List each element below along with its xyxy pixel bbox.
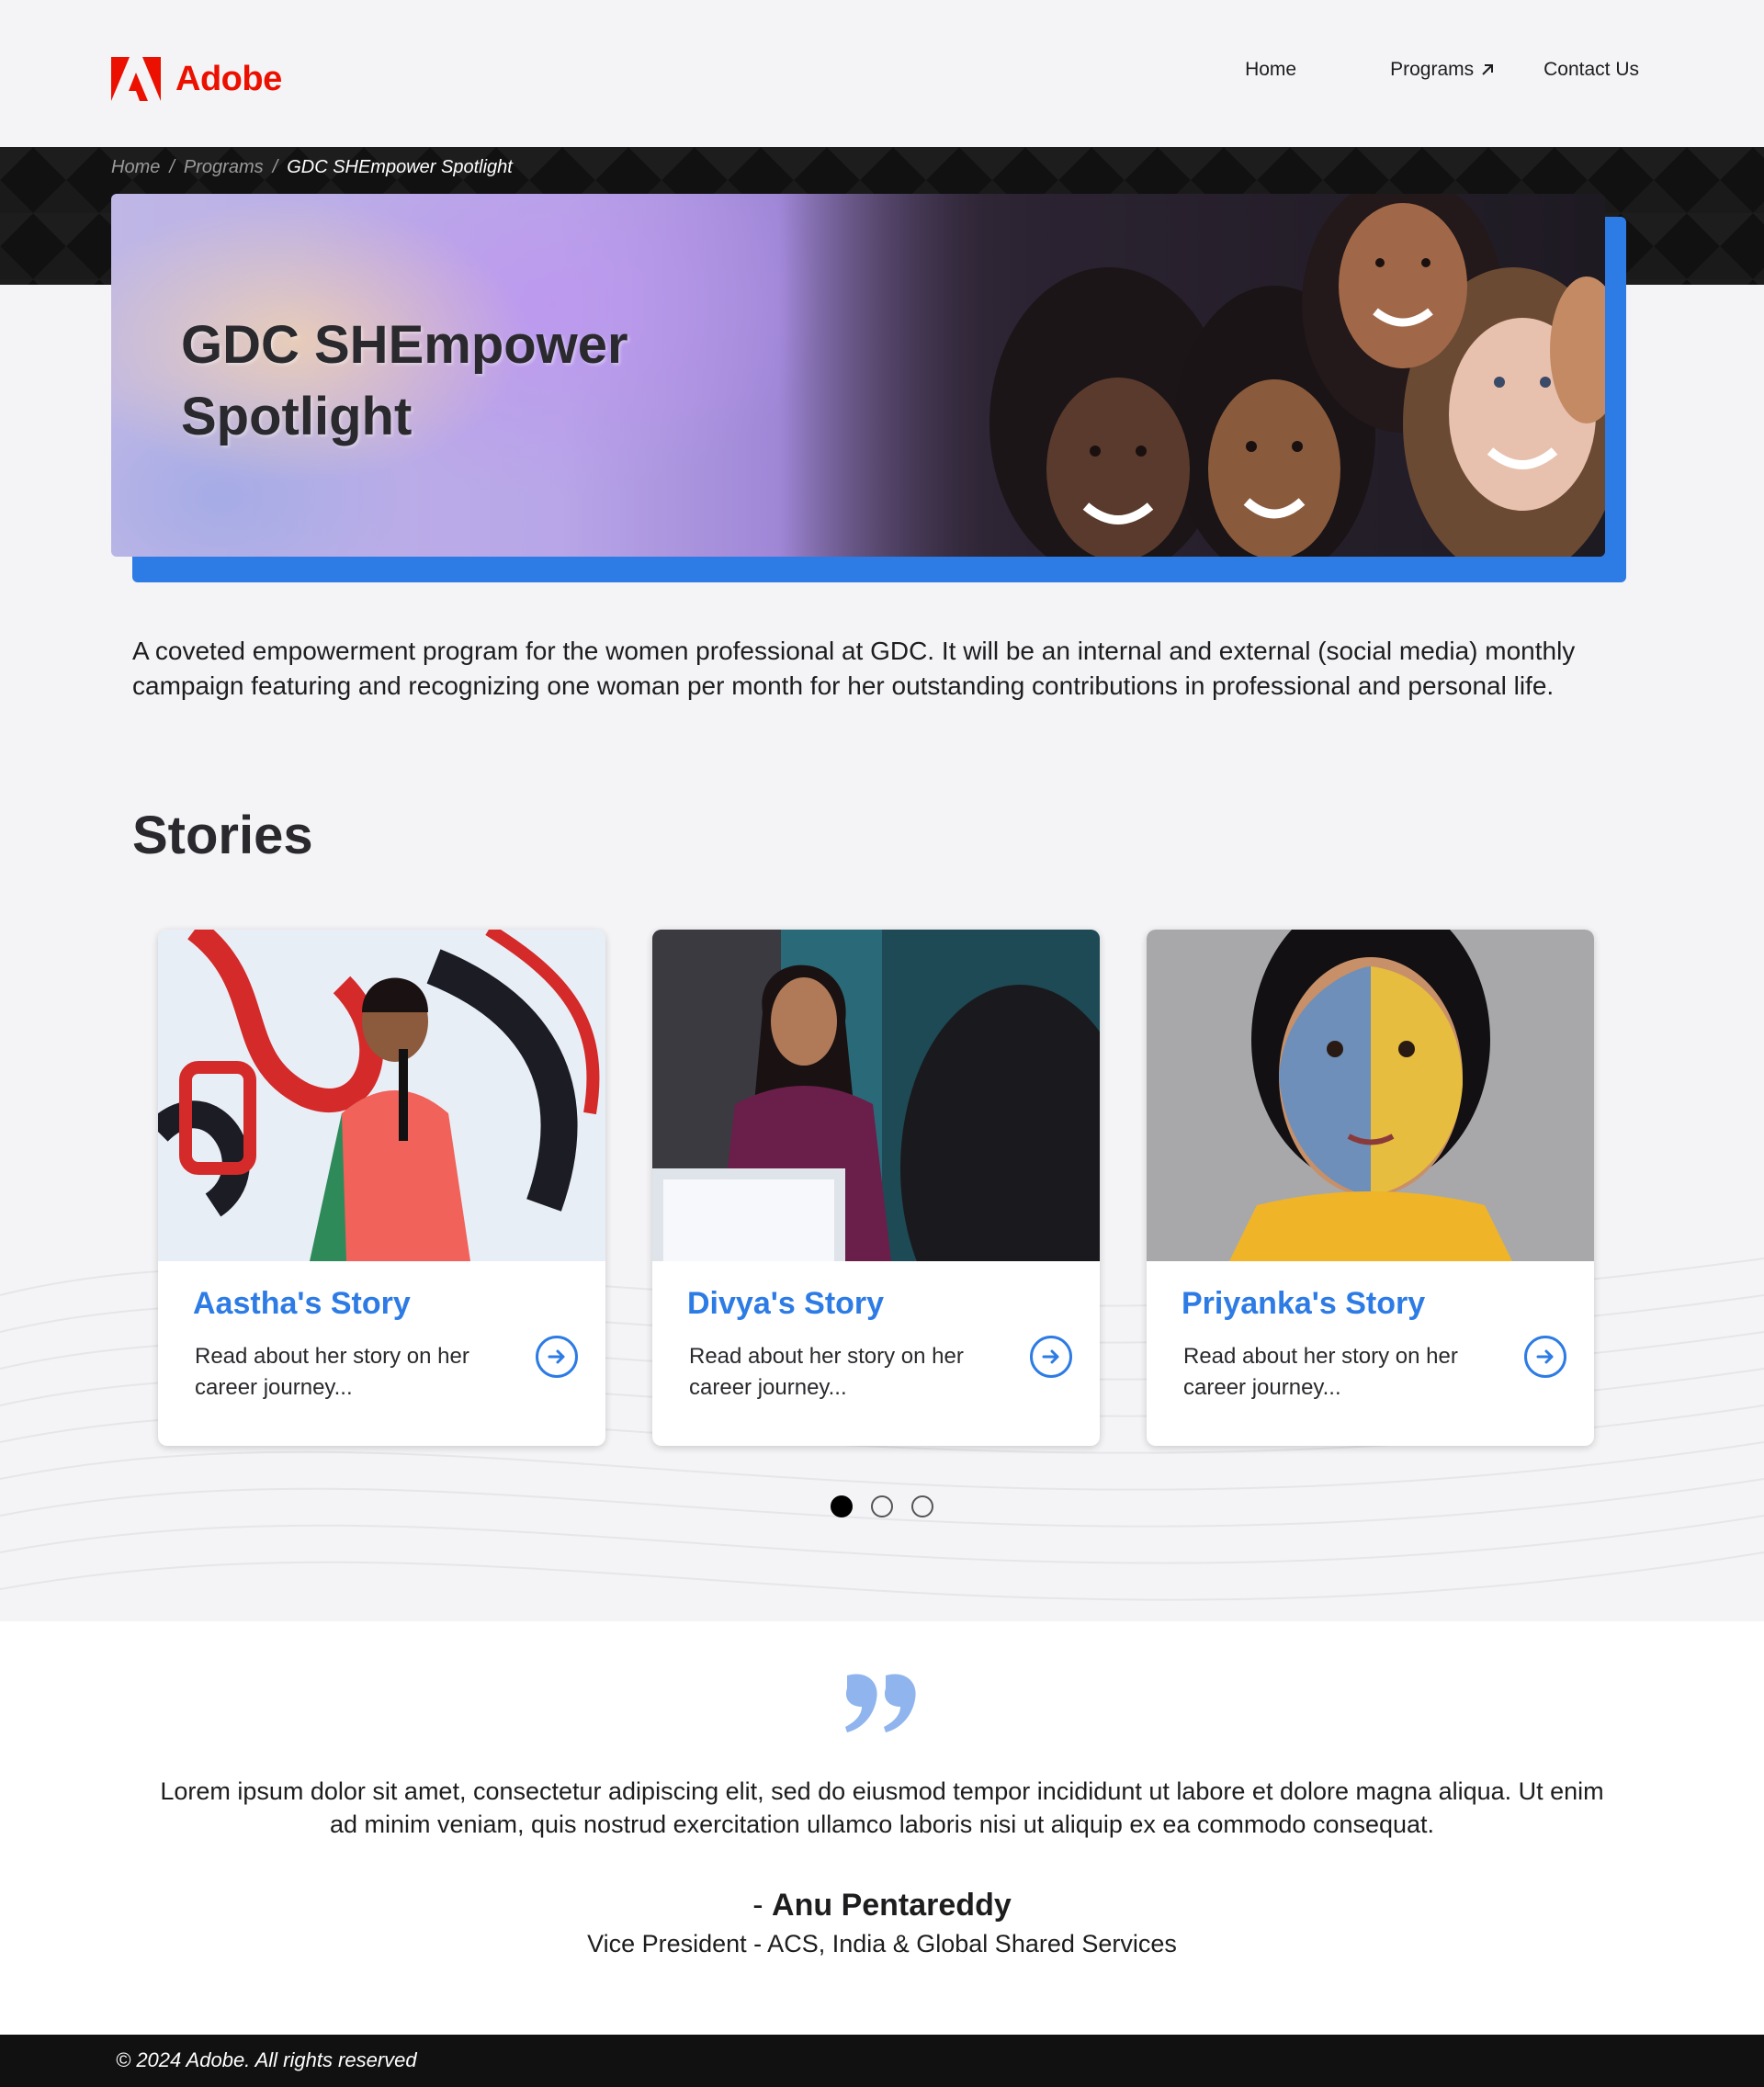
- program-description: A coveted empowerment program for the wo…: [132, 637, 1576, 700]
- story-title[interactable]: Priyanka's Story: [1182, 1286, 1425, 1322]
- testimonial-section: Lorem ipsum dolor sit amet, consectetur …: [0, 1621, 1764, 2035]
- external-arrow-icon: [1482, 64, 1494, 75]
- story-summary: Read about her story on her career journ…: [689, 1344, 964, 1400]
- breadcrumb-current: GDC SHEmpower Spotlight: [287, 157, 513, 177]
- story-photo-divya: [652, 930, 1100, 1261]
- quote-author: - Anu Pentareddy: [0, 1888, 1764, 1923]
- breadcrumb-home[interactable]: Home: [111, 157, 160, 178]
- story-card-priyanka[interactable]: Priyanka's Story Read about her story on…: [1147, 930, 1594, 1446]
- carousel-dot-2[interactable]: [871, 1495, 893, 1517]
- arrow-right-icon: [1536, 1349, 1554, 1364]
- story-arrow-button[interactable]: [1030, 1336, 1072, 1378]
- breadcrumb-separator: /: [272, 157, 278, 177]
- story-summary: Read about her story on her career journ…: [195, 1344, 469, 1400]
- breadcrumb-programs[interactable]: Programs: [184, 157, 264, 178]
- quote-author-prefix: -: [752, 1888, 773, 1923]
- story-arrow-button[interactable]: [1524, 1336, 1566, 1378]
- arrow-right-icon: [548, 1349, 565, 1364]
- story-photo-aastha: [158, 930, 605, 1261]
- nav-programs-label: Programs: [1390, 59, 1475, 80]
- arrow-right-icon: [1042, 1349, 1059, 1364]
- nav-contact-link[interactable]: Contact Us: [1544, 59, 1639, 81]
- story-arrow-button[interactable]: [536, 1336, 578, 1378]
- hero-title: GDC SHEmpower Spotlight: [181, 315, 628, 446]
- story-title[interactable]: Aastha's Story: [193, 1286, 411, 1322]
- adobe-logo-icon: [111, 57, 161, 101]
- breadcrumb-separator: /: [169, 157, 175, 177]
- breadcrumb: Home / Programs / GDC SHEmpower Spotligh…: [111, 157, 513, 178]
- site-header: Adobe Home Programs Contact Us: [0, 0, 1764, 147]
- main-nav: Home Programs Contact Us: [1245, 59, 1639, 81]
- site-footer: © 2024 Adobe. All rights reserved: [0, 2035, 1764, 2087]
- adobe-logo[interactable]: Adobe: [111, 57, 282, 101]
- quote-icon: [845, 1674, 916, 1732]
- copyright-text: © 2024 Adobe. All rights reserved: [116, 2048, 417, 2071]
- story-title[interactable]: Divya's Story: [687, 1286, 884, 1322]
- carousel-dot-1[interactable]: [831, 1495, 853, 1517]
- quote-text: Lorem ipsum dolor sit amet, consectetur …: [160, 1777, 1604, 1838]
- story-card-aastha[interactable]: Aastha's Story Read about her story on h…: [158, 930, 605, 1446]
- carousel-pagination: [831, 1495, 933, 1517]
- nav-home-link[interactable]: Home: [1245, 59, 1296, 81]
- quote-author-role: Vice President - ACS, India & Global Sha…: [587, 1930, 1177, 1957]
- nav-programs-link[interactable]: Programs: [1390, 59, 1496, 81]
- story-summary: Read about her story on her career journ…: [1183, 1344, 1458, 1400]
- brand-name: Adobe: [175, 59, 282, 98]
- story-photo-priyanka: [1147, 930, 1594, 1261]
- story-card-divya[interactable]: Divya's Story Read about her story on he…: [652, 930, 1100, 1446]
- hero-illustration: [778, 194, 1605, 557]
- carousel-dot-3[interactable]: [911, 1495, 933, 1517]
- stories-heading: Stories: [132, 806, 313, 865]
- hero-banner: GDC SHEmpower Spotlight: [111, 194, 1605, 557]
- quote-author-name: Anu Pentareddy: [772, 1888, 1012, 1923]
